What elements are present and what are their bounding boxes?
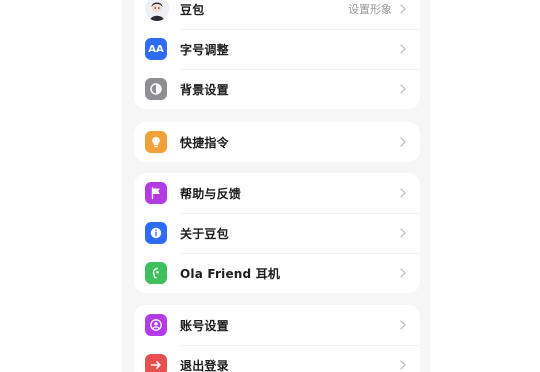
chevron-right-icon	[400, 44, 406, 54]
help-feedback-row[interactable]: 帮助与反馈	[134, 173, 420, 213]
help-feedback-label: 帮助与反馈	[180, 186, 242, 201]
shortcut-row[interactable]: 快捷指令	[134, 122, 420, 162]
ola-friend-label: Ola Friend 耳机	[180, 266, 281, 281]
set-avatar-value: 设置形象	[348, 3, 392, 16]
background-label: 背景设置	[180, 82, 229, 97]
font-size-icon: AA	[145, 38, 167, 60]
chevron-right-icon	[400, 320, 406, 330]
settings-group-account: 账号设置 退出登录	[134, 305, 420, 372]
settings-group-shortcut: 快捷指令	[134, 122, 420, 162]
doubao-row[interactable]: 豆包 设置形象	[134, 0, 420, 29]
chevron-right-icon	[400, 228, 406, 238]
chevron-right-icon	[400, 188, 406, 198]
logout-row[interactable]: 退出登录	[134, 345, 420, 372]
account-settings-row[interactable]: 账号设置	[134, 305, 420, 345]
about-label: 关于豆包	[180, 226, 229, 241]
logout-label: 退出登录	[180, 358, 229, 372]
contrast-icon	[145, 78, 167, 100]
shortcut-label: 快捷指令	[180, 135, 229, 150]
chevron-right-icon	[400, 137, 406, 147]
font-size-label: 字号调整	[180, 42, 229, 57]
account-icon	[145, 314, 167, 336]
about-row[interactable]: 关于豆包	[134, 213, 420, 253]
flag-icon	[145, 182, 167, 204]
settings-screen: 豆包 设置形象 AA 字号调整 背景设置 快捷指令 帮助与反馈 关于豆包 Ola…	[122, 0, 430, 372]
chevron-right-icon	[400, 84, 406, 94]
chevron-right-icon	[400, 4, 406, 14]
font-size-icon-glyph: AA	[148, 43, 164, 55]
info-icon	[145, 222, 167, 244]
settings-group-general: 豆包 设置形象 AA 字号调整 背景设置	[134, 0, 420, 109]
ola-friend-row[interactable]: Ola Friend 耳机	[134, 253, 420, 293]
lightbulb-icon	[145, 131, 167, 153]
account-settings-label: 账号设置	[180, 318, 229, 333]
settings-group-about: 帮助与反馈 关于豆包 Ola Friend 耳机	[134, 173, 420, 293]
font-size-row[interactable]: AA 字号调整	[134, 29, 420, 69]
logout-arrow-icon	[145, 354, 167, 372]
chevron-right-icon	[400, 268, 406, 278]
avatar-icon	[145, 0, 169, 21]
chevron-right-icon	[400, 360, 406, 370]
background-row[interactable]: 背景设置	[134, 69, 420, 109]
doubao-label: 豆包	[180, 2, 205, 17]
earphone-icon	[145, 262, 167, 284]
